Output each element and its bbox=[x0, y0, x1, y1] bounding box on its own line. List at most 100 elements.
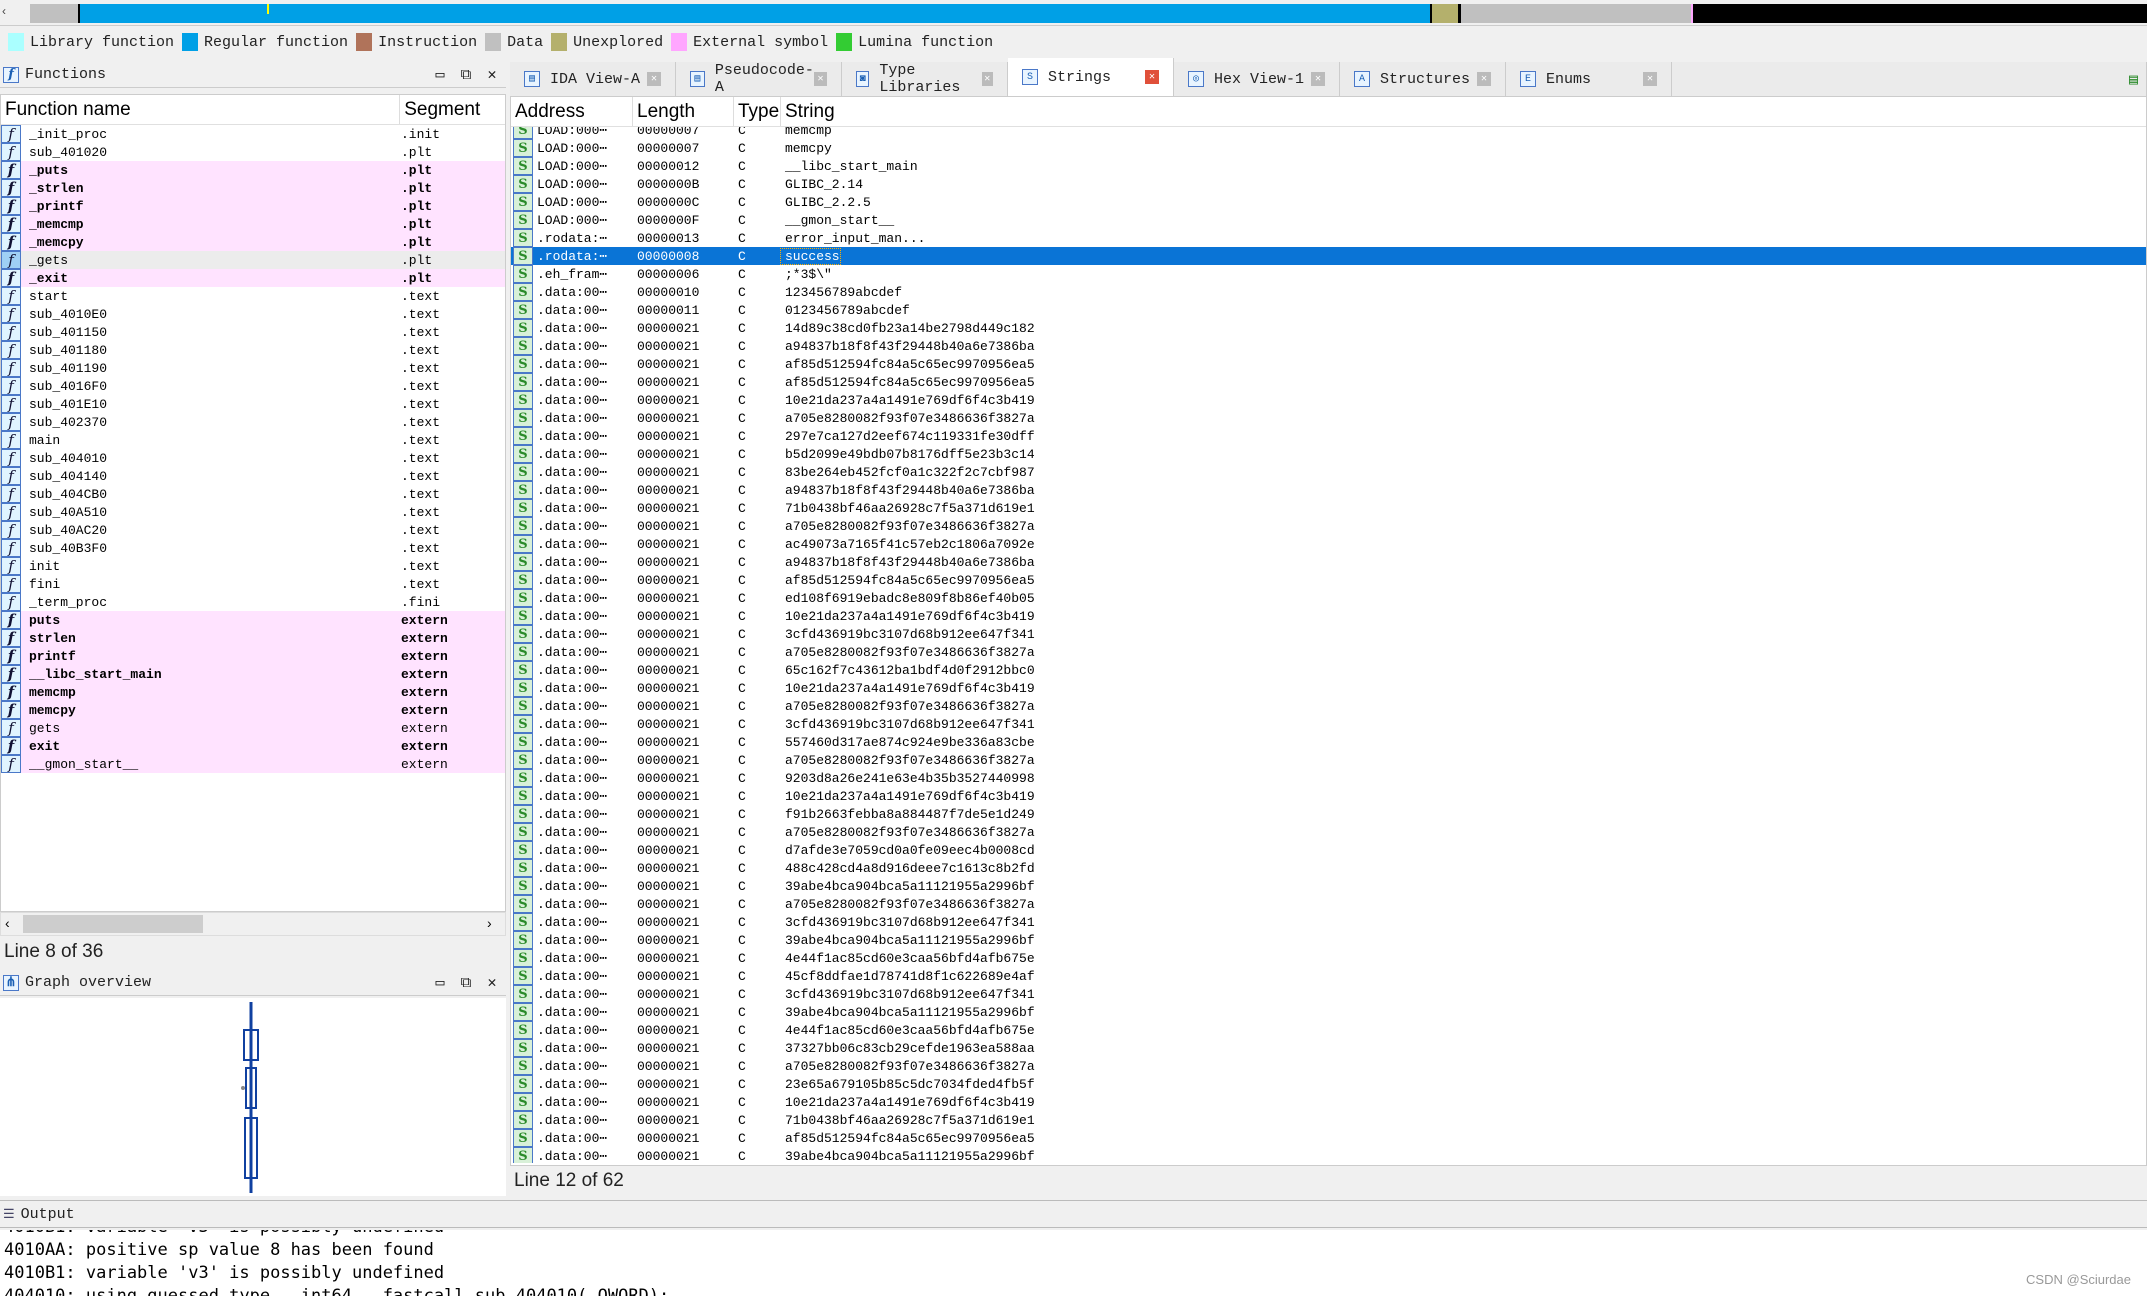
string-row[interactable]: S .data:00⋯ 00000021 C 71b0438bf46aa26928c7f… bbox=[511, 1111, 2146, 1129]
function-row[interactable]: f __gmon_start__ extern bbox=[1, 755, 505, 773]
string-row[interactable]: S LOAD:000⋯ 00000012 C __libc_start_main bbox=[511, 157, 2146, 175]
function-row[interactable]: f memcpy extern bbox=[1, 701, 505, 719]
function-row[interactable]: f _printf .plt bbox=[1, 197, 505, 215]
function-row[interactable]: f _gets .plt bbox=[1, 251, 505, 269]
tab-overflow-icon[interactable]: ▤ bbox=[1672, 62, 2147, 96]
function-row[interactable]: f strlen extern bbox=[1, 629, 505, 647]
function-row[interactable]: f printf extern bbox=[1, 647, 505, 665]
function-row[interactable]: f _term_proc .fini bbox=[1, 593, 505, 611]
float-icon[interactable]: ⧉ bbox=[456, 65, 476, 85]
tab-ida-view-a[interactable]: ▤ IDA View-A ✕ bbox=[510, 62, 676, 96]
string-row[interactable]: S .data:00⋯ 00000021 Ca94837b18f8f43f29448b… bbox=[511, 553, 2146, 571]
function-row[interactable]: f sub_4016F0 .text bbox=[1, 377, 505, 395]
string-row[interactable]: S .data:00⋯ 00000021 C 4e44f1ac85cd60e3caa56… bbox=[511, 1021, 2146, 1039]
string-row[interactable]: S .data:00⋯ 00000021 Caf85d512594fc84a5c65e… bbox=[511, 373, 2146, 391]
tab-close-icon[interactable]: ✕ bbox=[1477, 72, 1491, 86]
function-row[interactable]: f sub_401E10 .text bbox=[1, 395, 505, 413]
function-row[interactable]: f _memcmp .plt bbox=[1, 215, 505, 233]
string-row[interactable]: S .data:00⋯ 00000021 C 23e65a679105b85c5dc70… bbox=[511, 1075, 2146, 1093]
tab-structures[interactable]: A Structures ✕ bbox=[1340, 62, 1506, 96]
functions-list[interactable]: Function name Segment f _init_proc .init f s… bbox=[0, 94, 506, 912]
tab-pseudocode-a[interactable]: ▤ Pseudocode-A ✕ bbox=[676, 62, 842, 96]
function-row[interactable]: f sub_401180 .text bbox=[1, 341, 505, 359]
string-row[interactable]: S .data:00⋯ 00000021 C 3cfd436919bc3107d68b9… bbox=[511, 625, 2146, 643]
string-row[interactable]: S .data:00⋯ 00000021 C 10e21da237a4a1491e769… bbox=[511, 787, 2146, 805]
tab-close-icon[interactable]: ✕ bbox=[647, 72, 661, 86]
function-row[interactable]: f puts extern bbox=[1, 611, 505, 629]
functions-horizontal-scrollbar[interactable]: ‹ › bbox=[0, 912, 506, 936]
string-row[interactable]: S LOAD:000⋯ 00000007 Cmemcmp bbox=[511, 127, 2146, 139]
strings-list[interactable]: Address Length Type String S LOAD:000⋯ 000… bbox=[510, 96, 2147, 1166]
string-row[interactable]: S .data:00⋯ 00000021 C 10e21da237a4a1491e769… bbox=[511, 679, 2146, 697]
tab-type-libraries[interactable]: ◙ Type Libraries ✕ bbox=[842, 62, 1008, 96]
column-header-string[interactable]: String bbox=[781, 97, 2146, 126]
function-row[interactable]: f start .text bbox=[1, 287, 505, 305]
tab-strings[interactable]: S Strings ✕ bbox=[1008, 58, 1174, 96]
string-row[interactable]: S .data:00⋯ 00000021 Ca705e8280082f93f07e34… bbox=[511, 895, 2146, 913]
scrollbar-thumb[interactable] bbox=[23, 915, 203, 933]
function-row[interactable]: f _exit .plt bbox=[1, 269, 505, 287]
string-row[interactable]: S .data:00⋯ 00000021 C 10e21da237a4a1491e769… bbox=[511, 391, 2146, 409]
column-header-function-name[interactable]: Function name bbox=[1, 95, 401, 124]
string-row[interactable]: S .data:00⋯ 00000021 Caf85d512594fc84a5c65e… bbox=[511, 1129, 2146, 1147]
string-row[interactable]: S .data:00⋯ 00000021 C 39abe4bca904bca5a1112… bbox=[511, 1003, 2146, 1021]
string-row[interactable]: S .data:00⋯ 00000021 C 557460d317ae874c924e9… bbox=[511, 733, 2146, 751]
function-row[interactable]: f _memcpy .plt bbox=[1, 233, 505, 251]
scroll-left-icon[interactable]: ‹ bbox=[5, 915, 10, 931]
function-row[interactable]: f sub_404CB0 .text bbox=[1, 485, 505, 503]
string-row[interactable]: S .data:00⋯ 00000021 C 3cfd436919bc3107d68b9… bbox=[511, 913, 2146, 931]
string-row[interactable]: S LOAD:000⋯ 0000000F C __gmon_start__ bbox=[511, 211, 2146, 229]
string-row[interactable]: S .rodata:⋯ 00000008 Csuccess bbox=[511, 247, 2146, 265]
float-icon[interactable]: ⧉ bbox=[456, 973, 476, 993]
string-row[interactable]: S .data:00⋯ 00000021 Caf85d512594fc84a5c65e… bbox=[511, 355, 2146, 373]
function-row[interactable]: f _strlen .plt bbox=[1, 179, 505, 197]
string-row[interactable]: S .data:00⋯ 00000021 Cd7afde3e7059cd0a0fe09… bbox=[511, 841, 2146, 859]
output-console[interactable]: 4010B1: variable 'v3' is possibly undefi… bbox=[0, 1230, 2147, 1296]
tab-close-icon[interactable]: ✕ bbox=[1311, 72, 1325, 86]
tab-enums[interactable]: E Enums ✕ bbox=[1506, 62, 1672, 96]
string-row[interactable]: S .data:00⋯ 00000021 C 39abe4bca904bca5a1112… bbox=[511, 877, 2146, 895]
function-row[interactable]: f init .text bbox=[1, 557, 505, 575]
string-row[interactable]: S .data:00⋯ 00000021 C 45cf8ddfae1d78741d8f1… bbox=[511, 967, 2146, 985]
string-row[interactable]: S .data:00⋯ 00000021 C 3cfd436919bc3107d68b9… bbox=[511, 985, 2146, 1003]
column-header-segment[interactable]: Segment bbox=[400, 95, 505, 124]
maximize-icon[interactable]: ▭ bbox=[430, 65, 450, 85]
function-row[interactable]: f sub_40A510 .text bbox=[1, 503, 505, 521]
string-row[interactable]: S .data:00⋯ 00000021 C 71b0438bf46aa26928c7f… bbox=[511, 499, 2146, 517]
close-icon[interactable]: ✕ bbox=[482, 65, 502, 85]
string-row[interactable]: S .data:00⋯ 00000021 Ca705e8280082f93f07e34… bbox=[511, 643, 2146, 661]
string-row[interactable]: S .data:00⋯ 00000021 Ca705e8280082f93f07e34… bbox=[511, 517, 2146, 535]
function-row[interactable]: f sub_401190 .text bbox=[1, 359, 505, 377]
function-row[interactable]: f sub_404140 .text bbox=[1, 467, 505, 485]
string-row[interactable]: S .data:00⋯ 00000021 Cac49073a7165f41c57eb2… bbox=[511, 535, 2146, 553]
string-row[interactable]: S .data:00⋯ 00000021 Ca705e8280082f93f07e34… bbox=[511, 823, 2146, 841]
tab-hex-view-1[interactable]: ◎ Hex View-1 ✕ bbox=[1174, 62, 1340, 96]
string-row[interactable]: S .data:00⋯ 00000021 C 4e44f1ac85cd60e3caa56… bbox=[511, 949, 2146, 967]
string-row[interactable]: S .data:00⋯ 00000021 C 39abe4bca904bca5a1112… bbox=[511, 1147, 2146, 1163]
scroll-right-icon[interactable]: › bbox=[487, 915, 492, 931]
string-row[interactable]: S .data:00⋯ 00000021 C 10e21da237a4a1491e769… bbox=[511, 607, 2146, 625]
function-row[interactable]: f main .text bbox=[1, 431, 505, 449]
string-row[interactable]: S .data:00⋯ 00000021 C 10e21da237a4a1491e769… bbox=[511, 1093, 2146, 1111]
function-row[interactable]: f fini .text bbox=[1, 575, 505, 593]
tab-close-icon[interactable]: ✕ bbox=[1643, 72, 1657, 86]
string-row[interactable]: S .data:00⋯ 00000021 C 65c162f7c43612ba1bdf4… bbox=[511, 661, 2146, 679]
function-row[interactable]: f __libc_start_main extern bbox=[1, 665, 505, 683]
string-row[interactable]: S .data:00⋯ 00000021 C 488c428cd4a8d916deee7… bbox=[511, 859, 2146, 877]
string-row[interactable]: S .data:00⋯ 00000021 C 83be264eb452fcf0a1c32… bbox=[511, 463, 2146, 481]
function-row[interactable]: f gets extern bbox=[1, 719, 505, 737]
function-row[interactable]: f memcmp extern bbox=[1, 683, 505, 701]
function-row[interactable]: f exit extern bbox=[1, 737, 505, 755]
tab-close-icon[interactable]: ✕ bbox=[981, 72, 993, 86]
function-row[interactable]: f sub_404010 .text bbox=[1, 449, 505, 467]
column-header-type[interactable]: Type bbox=[734, 97, 781, 126]
string-row[interactable]: S .data:00⋯ 00000021 C 14d89c38cd0fb23a14be2… bbox=[511, 319, 2146, 337]
string-row[interactable]: S .data:00⋯ 00000021 Ca705e8280082f93f07e34… bbox=[511, 1057, 2146, 1075]
string-row[interactable]: S .eh_fram⋯ 00000006 C ;*3$\" bbox=[511, 265, 2146, 283]
string-row[interactable]: S .data:00⋯ 00000021 Ca705e8280082f93f07e34… bbox=[511, 409, 2146, 427]
string-row[interactable]: S .data:00⋯ 00000021 Caf85d512594fc84a5c65e… bbox=[511, 571, 2146, 589]
string-row[interactable]: S .data:00⋯ 00000021 Cf91b2663febba8a884487… bbox=[511, 805, 2146, 823]
string-row[interactable]: S .data:00⋯ 00000010 C 123456789abcdef bbox=[511, 283, 2146, 301]
string-row[interactable]: S .data:00⋯ 00000021 C 37327bb06c83cb29cefde… bbox=[511, 1039, 2146, 1057]
tab-close-icon[interactable]: ✕ bbox=[814, 72, 827, 86]
